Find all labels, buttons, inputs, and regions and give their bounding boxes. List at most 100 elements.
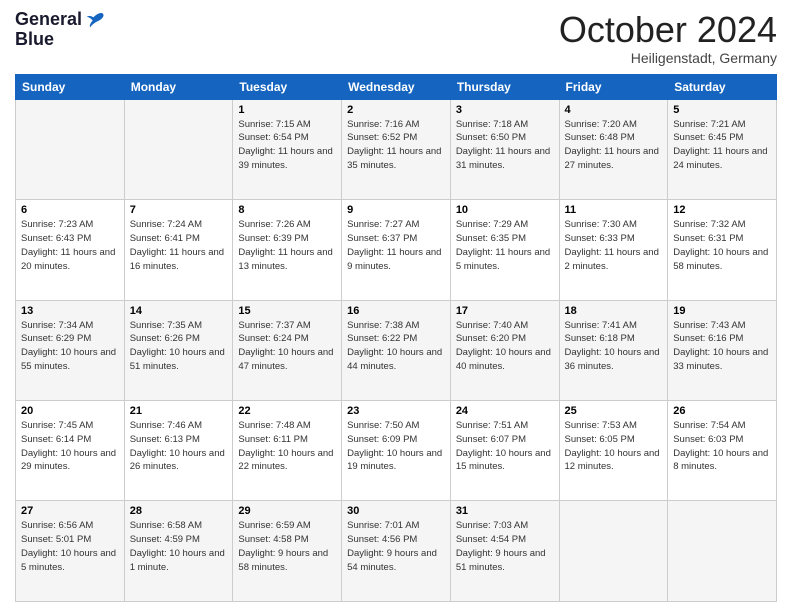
table-row: 12 Sunrise: 7:32 AMSunset: 6:31 PMDayligh… (668, 200, 777, 300)
day-info: Sunrise: 7:26 AMSunset: 6:39 PMDaylight:… (238, 219, 332, 271)
table-row: 26 Sunrise: 7:54 AMSunset: 6:03 PMDayligh… (668, 401, 777, 501)
table-row (559, 501, 668, 602)
col-tuesday: Tuesday (233, 74, 342, 99)
table-row: 31 Sunrise: 7:03 AMSunset: 4:54 PMDayligh… (450, 501, 559, 602)
day-number: 7 (130, 204, 228, 216)
day-info: Sunrise: 7:46 AMSunset: 6:13 PMDaylight:… (130, 420, 225, 472)
day-info: Sunrise: 7:18 AMSunset: 6:50 PMDaylight:… (456, 119, 550, 171)
table-row: 7 Sunrise: 7:24 AMSunset: 6:41 PMDaylight… (124, 200, 233, 300)
table-row (16, 99, 125, 199)
day-info: Sunrise: 7:53 AMSunset: 6:05 PMDaylight:… (565, 420, 660, 472)
table-row: 9 Sunrise: 7:27 AMSunset: 6:37 PMDaylight… (342, 200, 451, 300)
day-number: 10 (456, 204, 554, 216)
col-wednesday: Wednesday (342, 74, 451, 99)
day-info: Sunrise: 7:35 AMSunset: 6:26 PMDaylight:… (130, 320, 225, 372)
day-number: 30 (347, 505, 445, 517)
day-number: 9 (347, 204, 445, 216)
day-info: Sunrise: 7:27 AMSunset: 6:37 PMDaylight:… (347, 219, 441, 271)
logo-general-text: General (15, 9, 82, 29)
table-row: 18 Sunrise: 7:41 AMSunset: 6:18 PMDayligh… (559, 300, 668, 400)
table-row: 15 Sunrise: 7:37 AMSunset: 6:24 PMDayligh… (233, 300, 342, 400)
day-number: 11 (565, 204, 663, 216)
day-number: 12 (673, 204, 771, 216)
day-number: 5 (673, 104, 771, 116)
day-number: 3 (456, 104, 554, 116)
logo-blue-text: Blue (15, 30, 54, 50)
day-info: Sunrise: 7:50 AMSunset: 6:09 PMDaylight:… (347, 420, 442, 472)
day-info: Sunrise: 7:30 AMSunset: 6:33 PMDaylight:… (565, 219, 659, 271)
table-row: 1 Sunrise: 7:15 AMSunset: 6:54 PMDaylight… (233, 99, 342, 199)
day-info: Sunrise: 7:15 AMSunset: 6:54 PMDaylight:… (238, 119, 332, 171)
day-info: Sunrise: 7:51 AMSunset: 6:07 PMDaylight:… (456, 420, 551, 472)
calendar-week-row: 27 Sunrise: 6:56 AMSunset: 5:01 PMDayligh… (16, 501, 777, 602)
col-friday: Friday (559, 74, 668, 99)
day-info: Sunrise: 7:03 AMSunset: 4:54 PMDaylight:… (456, 520, 546, 572)
day-info: Sunrise: 7:40 AMSunset: 6:20 PMDaylight:… (456, 320, 551, 372)
day-number: 19 (673, 305, 771, 317)
col-sunday: Sunday (16, 74, 125, 99)
day-info: Sunrise: 7:37 AMSunset: 6:24 PMDaylight:… (238, 320, 333, 372)
table-row: 22 Sunrise: 7:48 AMSunset: 6:11 PMDayligh… (233, 401, 342, 501)
day-info: Sunrise: 7:41 AMSunset: 6:18 PMDaylight:… (565, 320, 660, 372)
col-saturday: Saturday (668, 74, 777, 99)
day-number: 4 (565, 104, 663, 116)
day-info: Sunrise: 7:54 AMSunset: 6:03 PMDaylight:… (673, 420, 768, 472)
day-info: Sunrise: 7:21 AMSunset: 6:45 PMDaylight:… (673, 119, 767, 171)
header: General Blue October 2024 Heiligenstadt,… (15, 10, 777, 66)
day-info: Sunrise: 7:20 AMSunset: 6:48 PMDaylight:… (565, 119, 659, 171)
table-row: 16Sunrise: 7:38 AMSunset: 6:22 PMDayligh… (342, 300, 451, 400)
day-number: 21 (130, 405, 228, 417)
day-number: 23 (347, 405, 445, 417)
day-info: Sunrise: 7:01 AMSunset: 4:56 PMDaylight:… (347, 520, 437, 572)
day-info: Sunrise: 7:24 AMSunset: 6:41 PMDaylight:… (130, 219, 224, 271)
day-info: Sunrise: 6:58 AMSunset: 4:59 PMDaylight:… (130, 520, 225, 572)
day-info: Sunrise: 7:43 AMSunset: 6:16 PMDaylight:… (673, 320, 768, 372)
day-number: 20 (21, 405, 119, 417)
day-number: 14 (130, 305, 228, 317)
table-row: 19 Sunrise: 7:43 AMSunset: 6:16 PMDayligh… (668, 300, 777, 400)
col-monday: Monday (124, 74, 233, 99)
day-info: Sunrise: 7:29 AMSunset: 6:35 PMDaylight:… (456, 219, 550, 271)
table-row: 6Sunrise: 7:23 AMSunset: 6:43 PMDaylight… (16, 200, 125, 300)
day-number: 17 (456, 305, 554, 317)
table-row: 23 Sunrise: 7:50 AMSunset: 6:09 PMDayligh… (342, 401, 451, 501)
table-row: 17 Sunrise: 7:40 AMSunset: 6:20 PMDayligh… (450, 300, 559, 400)
day-number: 26 (673, 405, 771, 417)
table-row: 20 Sunrise: 7:45 AMSunset: 6:14 PMDayligh… (16, 401, 125, 501)
day-number: 15 (238, 305, 336, 317)
calendar-table: Sunday Monday Tuesday Wednesday Thursday… (15, 74, 777, 602)
day-number: 2 (347, 104, 445, 116)
table-row: 25Sunrise: 7:53 AMSunset: 6:05 PMDayligh… (559, 401, 668, 501)
day-info: Sunrise: 6:56 AMSunset: 5:01 PMDaylight:… (21, 520, 116, 572)
day-number: 27 (21, 505, 119, 517)
calendar-week-row: 1 Sunrise: 7:15 AMSunset: 6:54 PMDaylight… (16, 99, 777, 199)
table-row: 28Sunrise: 6:58 AMSunset: 4:59 PMDayligh… (124, 501, 233, 602)
table-row: 5 Sunrise: 7:21 AMSunset: 6:45 PMDaylight… (668, 99, 777, 199)
table-row (668, 501, 777, 602)
day-number: 24 (456, 405, 554, 417)
day-number: 31 (456, 505, 554, 517)
location: Heiligenstadt, Germany (559, 50, 777, 66)
day-number: 29 (238, 505, 336, 517)
col-thursday: Thursday (450, 74, 559, 99)
day-info: Sunrise: 7:32 AMSunset: 6:31 PMDaylight:… (673, 219, 768, 271)
table-row: 11 Sunrise: 7:30 AMSunset: 6:33 PMDayligh… (559, 200, 668, 300)
table-row: 13Sunrise: 7:34 AMSunset: 6:29 PMDayligh… (16, 300, 125, 400)
day-number: 1 (238, 104, 336, 116)
day-number: 18 (565, 305, 663, 317)
day-info: Sunrise: 7:45 AMSunset: 6:14 PMDaylight:… (21, 420, 116, 472)
table-row: 14 Sunrise: 7:35 AMSunset: 6:26 PMDayligh… (124, 300, 233, 400)
table-row: 3 Sunrise: 7:18 AMSunset: 6:50 PMDaylight… (450, 99, 559, 199)
logo-general: General (15, 10, 82, 30)
table-row: 2 Sunrise: 7:16 AMSunset: 6:52 PMDaylight… (342, 99, 451, 199)
table-row: 4 Sunrise: 7:20 AMSunset: 6:48 PMDaylight… (559, 99, 668, 199)
day-number: 22 (238, 405, 336, 417)
calendar-week-row: 6Sunrise: 7:23 AMSunset: 6:43 PMDaylight… (16, 200, 777, 300)
calendar-week-row: 20 Sunrise: 7:45 AMSunset: 6:14 PMDayligh… (16, 401, 777, 501)
day-info: Sunrise: 7:48 AMSunset: 6:11 PMDaylight:… (238, 420, 333, 472)
table-row: 30 Sunrise: 7:01 AMSunset: 4:56 PMDayligh… (342, 501, 451, 602)
day-info: Sunrise: 7:23 AMSunset: 6:43 PMDaylight:… (21, 219, 115, 271)
table-row: 27 Sunrise: 6:56 AMSunset: 5:01 PMDayligh… (16, 501, 125, 602)
day-info: Sunrise: 7:16 AMSunset: 6:52 PMDaylight:… (347, 119, 441, 171)
calendar-week-row: 13Sunrise: 7:34 AMSunset: 6:29 PMDayligh… (16, 300, 777, 400)
